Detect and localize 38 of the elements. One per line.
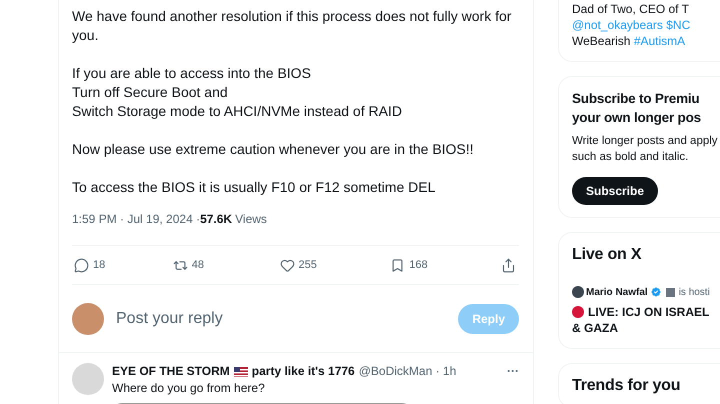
speech-bubble-icon [74, 258, 89, 272]
views-label: Views [235, 210, 267, 228]
post-paragraph: If you are able to access into the BIOS Turn off Secure Boot and Switch Storage mode to AHCI/NVMe instead of RAID [72, 64, 403, 121]
premium-text: Write longer posts and apply such as bold and italic. [572, 134, 719, 165]
badge-icon [666, 288, 675, 296]
user-handle: @BoDickMan · 1h [358, 363, 456, 380]
avatar [72, 363, 104, 395]
host-status: is hosti [678, 286, 710, 298]
heart-icon [280, 258, 294, 272]
verified-icon [650, 286, 662, 298]
avatar [72, 303, 104, 335]
views-count: 57.6K [200, 210, 232, 228]
user-name-suffix: party like it's 1776 [252, 363, 355, 380]
share-button[interactable] [501, 258, 517, 272]
reply-text: Where do you go from here? [112, 380, 266, 397]
repost-button[interactable]: 48 [172, 258, 221, 272]
user-name: EYE OF THE STORM [112, 363, 230, 380]
flag-icon [234, 366, 248, 376]
live-event-title[interactable]: LIVE: ICJ ON ISRAEL & GAZA [572, 304, 710, 336]
post-paragraph: We have found another resolution if this process does not fully work for you. [72, 7, 512, 45]
host-avatar [572, 286, 584, 298]
profile-bio-line: WeBearish #AutismA [572, 33, 686, 49]
live-title: Live on X [572, 245, 642, 264]
trends-title: Trends for you [572, 376, 682, 395]
premium-title: Subscribe to Premiu your own longer pos [572, 90, 702, 127]
post-timestamp: 1:59 PM · Jul 19, 2024 · [72, 210, 200, 228]
subscribe-button[interactable]: Subscribe [572, 177, 658, 205]
like-button[interactable]: 255 [280, 258, 332, 272]
more-menu[interactable]: ··· [507, 363, 519, 380]
profile-bio-line: @not_okaybears $NC [572, 17, 692, 33]
post-paragraph: To access the BIOS it is usually F10 or F12 sometime DEL [72, 178, 436, 197]
share-icon [501, 258, 516, 272]
post-paragraph: Now please use extreme caution whenever you are in the BIOS!! [72, 140, 475, 159]
reply-button[interactable]: 18 [74, 258, 114, 272]
host-name: Mario Nawfal [586, 286, 648, 298]
bookmark-button[interactable]: 168 [390, 258, 442, 272]
bookmark-icon [390, 258, 406, 272]
profile-bio-line: Dad of Two, CEO of T [572, 1, 690, 17]
